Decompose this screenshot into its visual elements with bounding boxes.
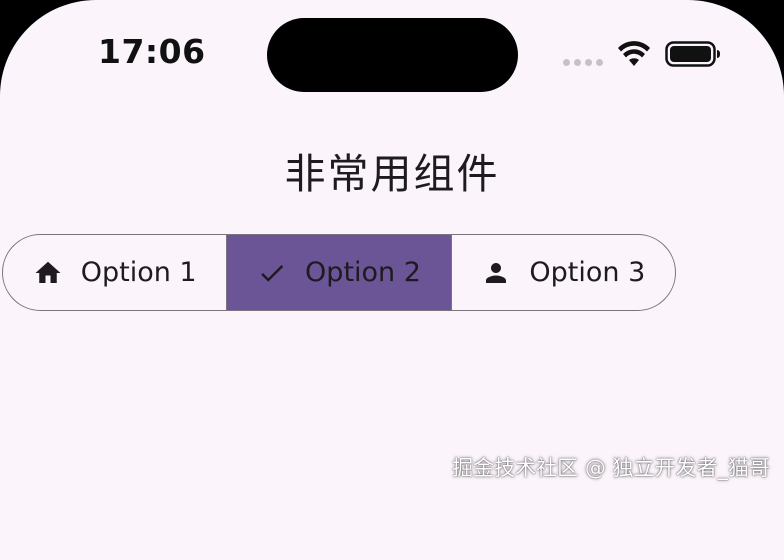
status-bar: 17:06 bbox=[0, 0, 784, 110]
dynamic-island bbox=[267, 18, 518, 92]
wifi-icon bbox=[618, 41, 650, 66]
segment-option-2[interactable]: Option 2 bbox=[226, 235, 451, 310]
check-icon bbox=[261, 264, 284, 282]
segment-option-1[interactable]: Option 1 bbox=[3, 235, 226, 310]
status-time: 17:06 bbox=[98, 32, 206, 71]
segmented-button: Option 1 Option 2 Option 3 bbox=[2, 234, 676, 311]
signal-dots-icon bbox=[563, 59, 603, 66]
home-icon bbox=[35, 261, 61, 283]
segment-label: Option 2 bbox=[305, 257, 421, 288]
segment-label: Option 3 bbox=[529, 257, 646, 288]
person-icon bbox=[486, 262, 507, 283]
segment-label: Option 1 bbox=[80, 257, 197, 288]
page-title: 非常用组件 bbox=[284, 150, 500, 198]
battery-icon bbox=[665, 41, 720, 67]
phone-frame: 17:06 非常用组件 Option 1 Option 2 Option 3 掘… bbox=[0, 0, 784, 560]
segment-option-3[interactable]: Option 3 bbox=[450, 235, 675, 310]
watermark: 掘金技术社区 @ 独立开发者_猫哥 bbox=[452, 456, 770, 480]
